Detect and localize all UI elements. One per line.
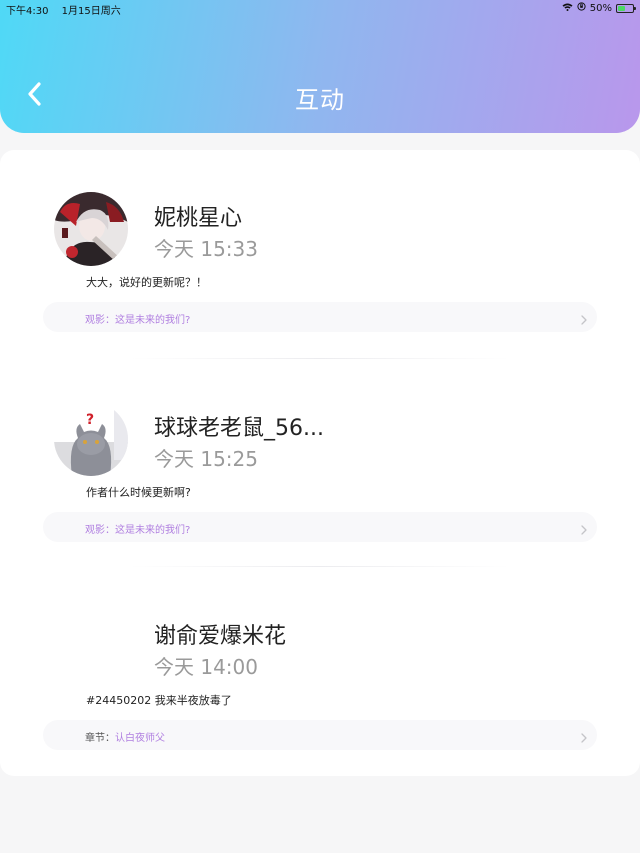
- header-bar: 下午4:30 1月15日周六 50% 互动: [0, 0, 640, 133]
- svg-text:?: ?: [86, 412, 94, 428]
- avatar[interactable]: [54, 192, 128, 266]
- reference-link[interactable]: 观影：这是未来的我们?: [43, 512, 597, 542]
- reference-title: 认白夜师父: [115, 733, 165, 744]
- divider: [130, 566, 510, 567]
- chevron-right-icon: [579, 521, 589, 535]
- comment-content: #24450202 我来半夜放毒了: [86, 694, 232, 707]
- comment-list: 妮桃星心 今天 15:33 大大，说好的更新呢？！ 观影：这是未来的我们? ?: [0, 150, 640, 776]
- orientation-lock-icon: [577, 2, 586, 14]
- page-title: 互动: [295, 86, 345, 114]
- avatar[interactable]: [54, 610, 128, 684]
- divider: [130, 358, 510, 359]
- status-date: 1月15日周六: [61, 6, 121, 17]
- reference-title: 这是未来的我们?: [115, 525, 191, 536]
- reference-link[interactable]: 章节：认白夜师父: [43, 720, 597, 750]
- battery-icon: [616, 3, 636, 13]
- avatar[interactable]: ?: [54, 402, 128, 476]
- comment-time: 今天 15:25: [154, 447, 258, 471]
- comment-content: 大大，说好的更新呢？！: [86, 276, 207, 289]
- comment-time: 今天 14:00: [154, 655, 258, 679]
- wifi-icon: [562, 3, 573, 14]
- battery-percent: 50%: [589, 2, 612, 14]
- reference-label: 观影：: [85, 315, 115, 326]
- comment-content: 作者什么时候更新啊?: [86, 486, 191, 499]
- status-bar: 下午4:30 1月15日周六 50%: [0, 0, 640, 17]
- comment-time: 今天 15:33: [154, 237, 258, 261]
- chevron-right-icon: [579, 311, 589, 325]
- reference-label: 章节：: [85, 733, 115, 744]
- reference-label: 观影：: [85, 525, 115, 536]
- user-name[interactable]: 妮桃星心: [154, 200, 242, 232]
- reference-title: 这是未来的我们?: [115, 315, 191, 326]
- user-name[interactable]: 谢俞爱爆米花: [154, 618, 286, 650]
- user-name[interactable]: 球球老老鼠_56...: [154, 410, 324, 442]
- reference-link[interactable]: 观影：这是未来的我们?: [43, 302, 597, 332]
- chevron-right-icon: [579, 729, 589, 743]
- status-time: 下午4:30: [6, 6, 49, 17]
